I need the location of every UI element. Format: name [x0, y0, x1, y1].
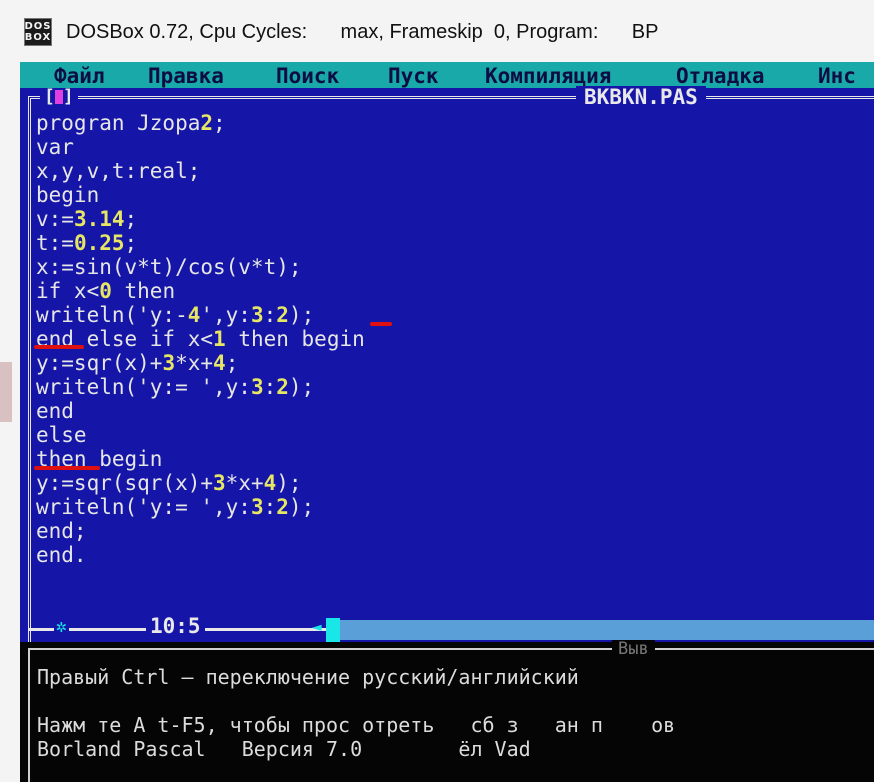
code-line[interactable]: end; — [36, 519, 365, 543]
code-line[interactable]: else — [36, 423, 365, 447]
output-line: Нажм те А t-F5, чтобы прос отреть сб з а… — [37, 713, 676, 737]
editor-filename: BKBKN.PAS — [576, 86, 706, 108]
window-title-bar[interactable]: DOS BOX DOSBox 0.72, Cpu Cycles: max, Fr… — [0, 0, 874, 62]
window-title: DOSBox 0.72, Cpu Cycles: max, Frameskip … — [66, 21, 659, 43]
menu-compile[interactable]: Компиляция — [485, 65, 611, 87]
code-line[interactable]: progran Jzopa2; — [36, 111, 365, 135]
code-line[interactable]: writeln('y:= ',y:3:2); — [36, 375, 365, 399]
output-line: Borland Pascal Версия 7.0 ёл Vad — [37, 737, 531, 761]
code-line[interactable]: x:=sin(v*t)/cos(v*t); — [36, 255, 365, 279]
scrollbar-thumb[interactable] — [326, 618, 340, 642]
output-line: Правый Ctrl — переключение русский/англи… — [37, 665, 579, 689]
menu-run[interactable]: Пуск — [388, 65, 439, 87]
code-line[interactable]: end. — [36, 543, 365, 567]
code-line[interactable]: t:=0.25; — [36, 231, 365, 255]
window-close-button[interactable]: [] — [40, 88, 78, 106]
cursor-position: 10:5 — [146, 615, 205, 637]
menu-search[interactable]: Поиск — [276, 65, 339, 87]
code-line[interactable]: v:=3.14; — [36, 207, 365, 231]
close-bracket-icon: [] — [44, 86, 74, 107]
menu-tools[interactable]: Инс — [818, 65, 856, 87]
code-line[interactable]: x,y,v,t:real; — [36, 159, 365, 183]
dosbox-screen[interactable]: Файл Правка Поиск Пуск Компиляция Отладк… — [20, 62, 874, 782]
horizontal-scrollbar[interactable] — [340, 620, 874, 640]
red-annotation-mark — [34, 466, 100, 470]
desktop-fragment — [0, 362, 12, 422]
red-annotation-mark — [370, 322, 392, 326]
scroll-left-arrow-icon[interactable]: ◄ — [312, 618, 322, 636]
output-window: Выв Правый Ctrl — переключение русский/а… — [20, 640, 874, 782]
menu-file[interactable]: Файл — [54, 65, 105, 87]
desktop-edge — [0, 62, 20, 782]
red-annotation-mark — [34, 345, 84, 349]
code-line[interactable]: end else if x<1 then begin — [36, 327, 365, 351]
ide-menu-bar: Файл Правка Поиск Пуск Компиляция Отладк… — [20, 62, 874, 88]
modified-star-icon: ✲ — [54, 616, 69, 637]
code-line[interactable]: end — [36, 399, 365, 423]
menu-debug[interactable]: Отладка — [676, 65, 765, 87]
menu-edit[interactable]: Правка — [148, 65, 224, 87]
code-editor[interactable]: progran Jzopa2; var x,y,v,t:real; begin … — [36, 111, 365, 567]
dosbox-icon[interactable]: DOS BOX — [24, 18, 52, 46]
code-line[interactable]: if x<0 then — [36, 279, 365, 303]
code-line[interactable]: writeln('y:= ',y:3:2); — [36, 495, 365, 519]
code-line[interactable]: y:=sqr(sqr(x)+3*x+4); — [36, 471, 365, 495]
code-line[interactable]: begin — [36, 183, 365, 207]
code-line[interactable]: writeln('y:-4',y:3:2); — [36, 303, 365, 327]
dosbox-icon-line-1: DOS — [24, 21, 52, 32]
output-title: Выв — [612, 640, 655, 658]
code-line[interactable]: var — [36, 135, 365, 159]
dosbox-icon-line-2: BOX — [24, 32, 52, 43]
code-line[interactable]: y:=sqr(x)+3*x+4; — [36, 351, 365, 375]
